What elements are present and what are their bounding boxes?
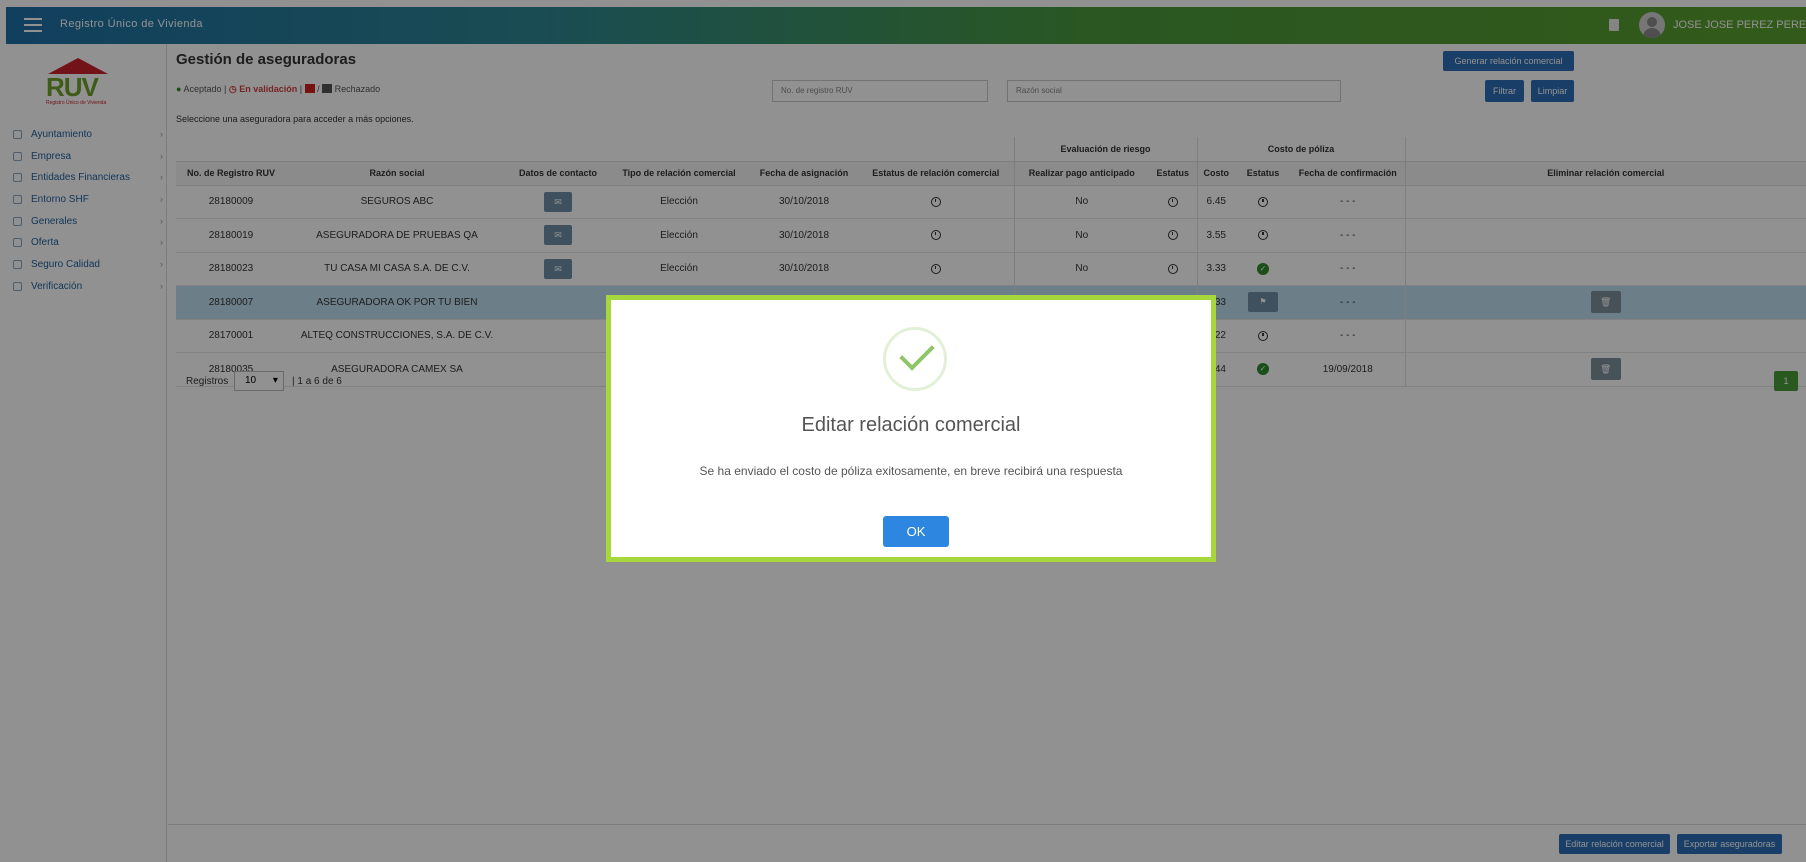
modal-message: Se ha enviado el costo de póliza exitosa… <box>699 464 1123 478</box>
success-modal: Editar relación comercial Se ha enviado … <box>606 295 1216 562</box>
ok-button[interactable]: OK <box>883 516 949 547</box>
success-check-icon <box>883 327 947 391</box>
modal-title: Editar relación comercial <box>801 414 1021 436</box>
